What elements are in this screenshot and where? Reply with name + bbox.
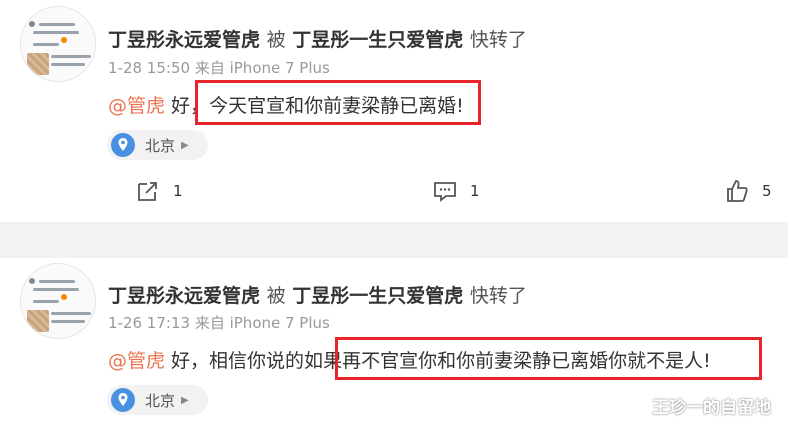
by-word: 被	[266, 285, 286, 307]
comment-icon	[434, 182, 456, 202]
avatar[interactable]	[20, 6, 96, 82]
post-date: 1-28 15:50	[108, 59, 191, 77]
post-source: 来自 iPhone 7 Plus	[194, 59, 330, 77]
repost-count: 1	[173, 182, 183, 200]
avatar[interactable]	[20, 263, 96, 339]
author-name[interactable]: 丁昱彤永远爱管虎	[108, 285, 260, 307]
post-date: 1-26 17:13	[108, 314, 191, 332]
repost-button[interactable]: 1	[135, 178, 183, 204]
location-pin-icon	[111, 133, 135, 157]
by-word: 被	[266, 29, 286, 51]
highlight-box	[195, 80, 481, 125]
post-meta: 1-28 15:50 来自 iPhone 7 Plus	[108, 57, 330, 78]
author-name[interactable]: 丁昱彤永远爱管虎	[108, 29, 260, 51]
watermark: 王珍一的自留地	[652, 398, 771, 418]
original-author-name[interactable]: 丁昱彤一生只爱管虎	[292, 285, 463, 307]
comment-count: 1	[470, 182, 480, 200]
post-meta: 1-26 17:13 来自 iPhone 7 Plus	[108, 312, 330, 333]
location-tag[interactable]: 北京 ▶	[107, 130, 208, 160]
mention-link[interactable]: @管虎	[108, 350, 165, 372]
highlight-box	[335, 337, 762, 380]
post-header: 丁昱彤永远爱管虎 被 丁昱彤一生只爱管虎 快转了	[108, 281, 527, 308]
repost-icon	[138, 182, 157, 201]
mention-link[interactable]: @管虎	[108, 95, 165, 117]
chevron-right-icon: ▶	[181, 394, 189, 406]
post-source: 来自 iPhone 7 Plus	[194, 314, 330, 332]
location-pin-icon	[111, 388, 135, 412]
chevron-right-icon: ▶	[181, 139, 189, 151]
post-separator	[0, 222, 788, 258]
comment-button[interactable]: 1	[432, 178, 480, 204]
thumbs-up-icon	[727, 180, 748, 202]
post-header: 丁昱彤永远爱管虎 被 丁昱彤一生只爱管虎 快转了	[108, 25, 527, 52]
location-tag[interactable]: 北京 ▶	[107, 385, 208, 415]
repost-action-word: 快转了	[469, 285, 527, 307]
location-label: 北京	[145, 136, 176, 155]
like-count: 5	[762, 182, 772, 200]
repost-action-word: 快转了	[469, 29, 527, 51]
content-prefix: 好，相信你说的如	[165, 350, 324, 372]
original-author-name[interactable]: 丁昱彤一生只爱管虎	[292, 29, 463, 51]
like-button[interactable]: 5	[724, 178, 772, 204]
location-label: 北京	[145, 391, 176, 410]
